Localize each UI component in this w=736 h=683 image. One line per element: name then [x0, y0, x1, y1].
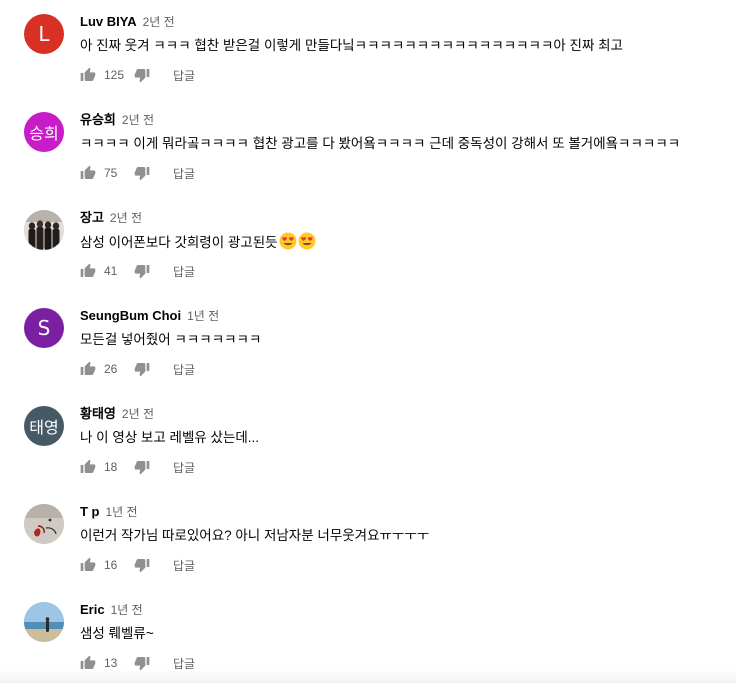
thumbs-up-icon [80, 67, 96, 81]
comment-actions: 75 답글 [80, 164, 195, 182]
dislike-button[interactable] [134, 361, 151, 378]
comment-actions: 26 답글 [80, 360, 195, 378]
comment-text: 아 진짜 웃겨 ㅋㅋㅋ 협찬 받은걸 이렇게 만들다닠ㅋㅋㅋㅋㅋㅋㅋㅋㅋㅋㅋㅋㅋ… [80, 38, 623, 53]
author-name[interactable]: Luv BIYA [80, 14, 137, 29]
dislike-button[interactable] [134, 557, 151, 574]
like-count: 125 [104, 68, 125, 82]
comment-time[interactable]: 2년 전 [122, 407, 154, 421]
like-count: 75 [104, 166, 118, 180]
comment-item: 승희 유승희 2년 전 ㅋㅋㅋㅋ 이게 뭐라곸ㅋㅋㅋㅋ 협찬 광고를 다 봤어욬ㅋ… [0, 98, 736, 196]
avatar-letter: 태영 [29, 418, 59, 437]
comment-time[interactable]: 1년 전 [106, 505, 138, 519]
thumbs-down-icon [134, 167, 150, 181]
comment-actions: 18 답글 [80, 458, 195, 476]
avatar[interactable] [24, 210, 64, 250]
comment-item: L Luv BIYA 2년 전 아 진짜 웃겨 ㅋㅋㅋ 협찬 받은걸 이렇게 만들… [0, 0, 736, 98]
comment-text: ㅋㅋㅋㅋ 이게 뭐라곸ㅋㅋㅋㅋ 협찬 광고를 다 봤어욬ㅋㅋㅋㅋ 근데 중독성이… [80, 136, 681, 151]
comment-item: 장고 2년 전 삼성 이어폰보다 갓희령이 광고된듯 41 답글 [0, 196, 736, 294]
like-button[interactable] [80, 459, 97, 476]
group-photo-avatar-image [24, 210, 64, 250]
comment-header: T p 1년 전 [80, 504, 138, 520]
dislike-button[interactable] [134, 165, 151, 182]
comment-header: SeungBum Choi 1년 전 [80, 308, 219, 324]
author-name[interactable]: Eric [80, 602, 105, 617]
thumbs-up-icon [80, 459, 96, 473]
comment-time[interactable]: 2년 전 [143, 15, 175, 29]
drawing-photo-avatar-image [24, 504, 64, 544]
dislike-button[interactable] [134, 263, 151, 280]
thumbs-up-icon [80, 263, 96, 277]
comment-item: 태영 황태영 2년 전 나 이 영상 보고 레벨유 샀는데... 18 답글 [0, 392, 736, 490]
comment-actions: 125 답글 [80, 66, 195, 84]
bottom-fade [0, 669, 736, 683]
comment-header: 황태영 2년 전 [80, 406, 154, 422]
comment-header: 장고 2년 전 [80, 210, 142, 226]
comment-time[interactable]: 1년 전 [111, 603, 143, 617]
dislike-button[interactable] [134, 459, 151, 476]
thumbs-down-icon [134, 559, 150, 573]
comment-header: Eric 1년 전 [80, 602, 143, 618]
author-name[interactable]: 장고 [80, 210, 104, 225]
comment-text: 나 이 영상 보고 레벨유 샀는데... [80, 430, 260, 445]
reply-button[interactable]: 답글 [173, 557, 195, 574]
comment-text: 삼성 이어폰보다 갓희령이 광고된듯 [80, 232, 316, 256]
comment-text-body: 삼성 이어폰보다 갓희령이 광고된듯 [80, 235, 278, 250]
thumbs-down-icon [134, 265, 150, 279]
heart-eyes-emoji-icon [279, 232, 297, 256]
beach-photo-avatar-image [24, 602, 64, 642]
thumbs-down-icon [134, 69, 150, 83]
avatar-letter: 승희 [29, 124, 59, 143]
thumbs-down-icon [134, 363, 150, 377]
comment-actions: 41 답글 [80, 262, 195, 280]
comment-item: S SeungBum Choi 1년 전 모든걸 넣어줬어 ㅋㅋㅋㅋㅋㅋㅋ 26 … [0, 294, 736, 392]
comment-time[interactable]: 2년 전 [110, 211, 142, 225]
comment-time[interactable]: 1년 전 [187, 309, 219, 323]
comment-header: 유승희 2년 전 [80, 112, 154, 128]
like-count: 26 [104, 362, 118, 376]
author-name[interactable]: 유승희 [80, 112, 116, 127]
comment-header: Luv BIYA 2년 전 [80, 14, 175, 30]
author-name[interactable]: T p [80, 504, 100, 519]
comment-actions: 16 답글 [80, 556, 195, 574]
like-button[interactable] [80, 361, 97, 378]
avatar-letter: S [37, 316, 51, 340]
like-button[interactable] [80, 165, 97, 182]
thumbs-up-icon [80, 361, 96, 375]
heart-eyes-emoji-icon [298, 232, 316, 256]
like-button[interactable] [80, 67, 97, 84]
avatar[interactable] [24, 602, 64, 642]
like-button[interactable] [80, 557, 97, 574]
author-name[interactable]: SeungBum Choi [80, 308, 181, 323]
dislike-button[interactable] [134, 67, 151, 84]
comments-section: L Luv BIYA 2년 전 아 진짜 웃겨 ㅋㅋㅋ 협찬 받은걸 이렇게 만들… [0, 0, 736, 683]
like-count: 18 [104, 460, 118, 474]
reply-button[interactable]: 답글 [173, 361, 195, 378]
author-name[interactable]: 황태영 [80, 406, 116, 421]
avatar[interactable] [24, 504, 64, 544]
comment-text: 이런거 작가님 따로있어요? 아니 저남자분 너무웃겨요ㅠㅜㅜㅜ [80, 528, 430, 543]
avatar[interactable]: L [24, 14, 64, 54]
avatar-letter: L [38, 22, 50, 46]
thumbs-up-icon [80, 165, 96, 179]
reply-button[interactable]: 답글 [173, 67, 195, 84]
like-count: 41 [104, 264, 118, 278]
reply-button[interactable]: 답글 [173, 165, 195, 182]
like-count: 16 [104, 558, 118, 572]
avatar[interactable]: 태영 [24, 406, 64, 446]
thumbs-up-icon [80, 557, 96, 571]
thumbs-down-icon [134, 461, 150, 475]
comment-text: 샘성 뤠벨류~ [80, 626, 154, 641]
avatar[interactable]: S [24, 308, 64, 348]
reply-button[interactable]: 답글 [173, 263, 195, 280]
like-count: 13 [104, 656, 118, 670]
reply-button[interactable]: 답글 [173, 459, 195, 476]
comment-time[interactable]: 2년 전 [122, 113, 154, 127]
like-button[interactable] [80, 263, 97, 280]
comment-text: 모든걸 넣어줬어 ㅋㅋㅋㅋㅋㅋㅋ [80, 332, 262, 347]
comment-item: T p 1년 전 이런거 작가님 따로있어요? 아니 저남자분 너무웃겨요ㅠㅜㅜㅜ… [0, 490, 736, 588]
avatar[interactable]: 승희 [24, 112, 64, 152]
